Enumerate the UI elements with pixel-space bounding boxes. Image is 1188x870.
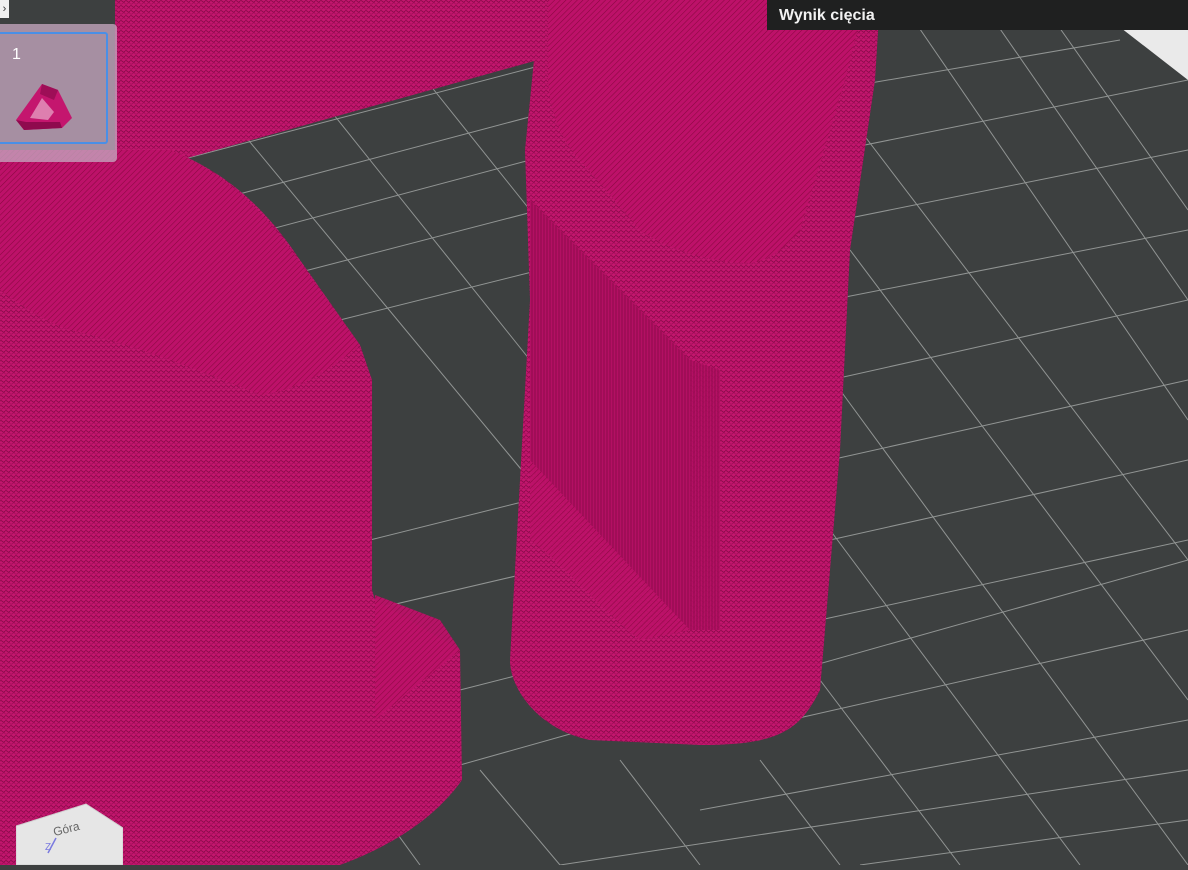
plate-model-icon — [16, 84, 72, 130]
plate-thumbnail[interactable]: 1 — [0, 24, 117, 162]
plate-number: 1 — [12, 46, 21, 63]
navigation-cube[interactable]: Góra Z — [15, 798, 124, 866]
nav-cube-axis-z: Z — [45, 842, 52, 853]
model-right-pillar — [510, 0, 880, 745]
slice-result-header: Wynik cięcia — [767, 0, 1188, 30]
3d-viewport[interactable] — [0, 0, 1188, 865]
panel-collapse-toggle[interactable]: › — [0, 0, 9, 18]
